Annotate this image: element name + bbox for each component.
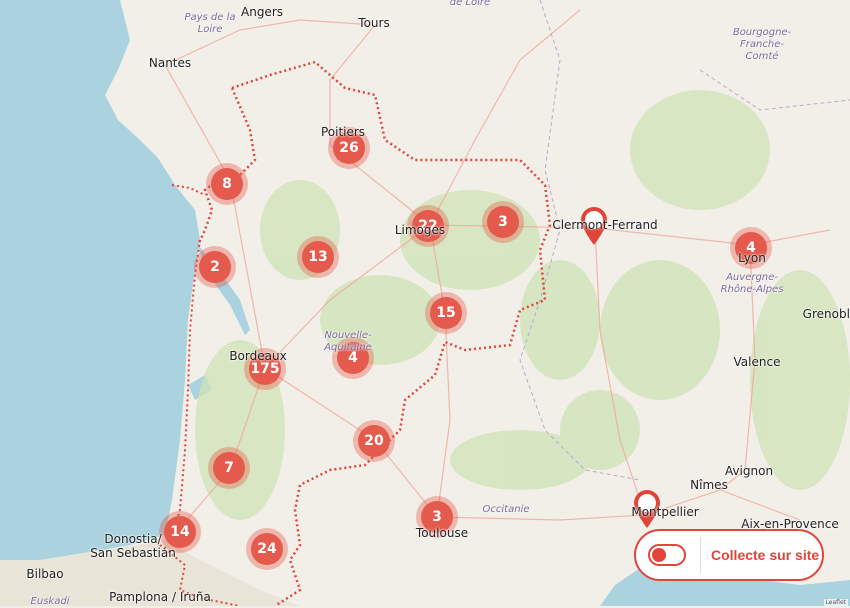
cluster-count: 4: [735, 232, 767, 264]
cluster-count: 8: [211, 168, 243, 200]
cluster-count: 13: [302, 241, 334, 273]
cluster-count: 2: [199, 251, 231, 283]
marker-cluster[interactable]: 24: [246, 528, 288, 570]
clermont-ferrand-pin[interactable]: [579, 206, 609, 246]
cluster-count: 175: [249, 353, 281, 385]
marker-cluster[interactable]: 22: [407, 205, 449, 247]
control-divider: [700, 537, 701, 573]
marker-cluster[interactable]: 26: [328, 127, 370, 169]
cluster-count: 22: [412, 210, 444, 242]
toggle-knob: [652, 548, 666, 562]
cluster-count: 7: [213, 452, 245, 484]
cluster-count: 26: [333, 132, 365, 164]
marker-cluster[interactable]: 4: [730, 227, 772, 269]
marker-cluster[interactable]: 20: [353, 420, 395, 462]
collecte-toggle[interactable]: [648, 544, 686, 566]
cluster-count: 24: [251, 533, 283, 565]
cluster-count: 14: [164, 516, 196, 548]
cluster-count: 3: [421, 501, 453, 533]
marker-cluster[interactable]: 15: [425, 292, 467, 334]
cluster-count: 15: [430, 297, 462, 329]
cluster-count: 20: [358, 425, 390, 457]
marker-cluster[interactable]: 3: [416, 496, 458, 538]
forest-areas: [195, 90, 850, 520]
marker-cluster[interactable]: 13: [297, 236, 339, 278]
atlantic-ocean: [0, 0, 200, 560]
map-pin-icon: [581, 207, 607, 245]
cluster-count: 4: [337, 342, 369, 374]
marker-cluster[interactable]: 8: [206, 163, 248, 205]
collecte-control: Collecte sur site: [634, 529, 824, 581]
marker-cluster[interactable]: 14: [159, 511, 201, 553]
marker-cluster[interactable]: 175: [244, 348, 286, 390]
marker-cluster[interactable]: 7: [208, 447, 250, 489]
map-pin-icon: [634, 490, 660, 528]
montpellier-pin[interactable]: [632, 489, 662, 529]
marker-cluster[interactable]: 4: [332, 337, 374, 379]
map-attribution[interactable]: Leaflet: [823, 599, 848, 606]
marker-cluster[interactable]: 2: [194, 246, 236, 288]
collecte-label[interactable]: Collecte sur site: [711, 547, 819, 563]
marker-cluster[interactable]: 3: [482, 201, 524, 243]
cluster-count: 3: [487, 206, 519, 238]
